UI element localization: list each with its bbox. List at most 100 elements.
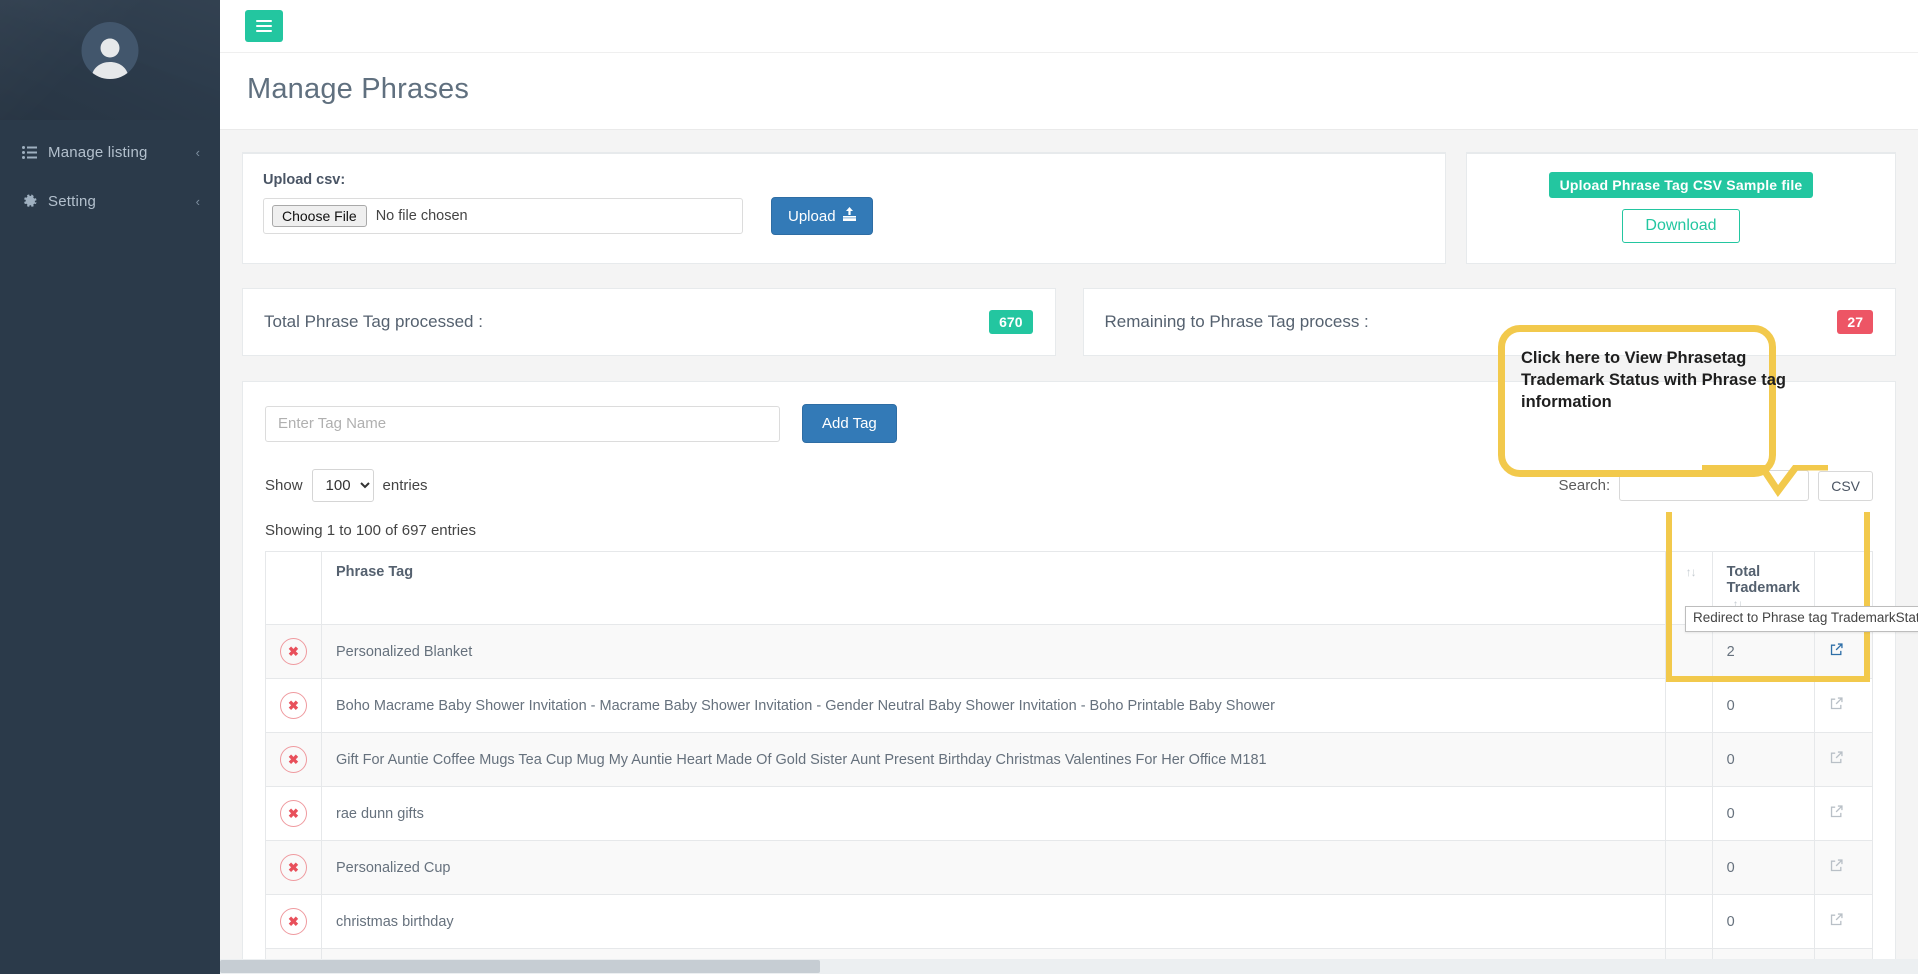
column-total-trademark-label: Total Trademark bbox=[1726, 564, 1800, 596]
sidebar-item-manage-listing[interactable]: Manage listing ‹ bbox=[0, 128, 220, 177]
hamburger-bars bbox=[256, 17, 272, 35]
cell-delete: ✖ bbox=[265, 678, 322, 733]
choose-file-button[interactable]: Choose File bbox=[272, 205, 367, 227]
phrase-table-body: ✖ Personalized Blanket 2 ✖ Boho Macrame … bbox=[265, 624, 1873, 974]
column-phrase-tag[interactable]: Phrase Tag bbox=[321, 551, 1666, 625]
upload-csv-label: Upload csv: bbox=[263, 172, 346, 188]
table-header-row: Phrase Tag ↑↓ Total Trademark↑↓ bbox=[265, 551, 1873, 625]
delete-row-button[interactable]: ✖ bbox=[280, 746, 307, 773]
cell-sort-blank bbox=[1664, 678, 1713, 733]
datatable-length-control: Show 100 entries bbox=[265, 469, 428, 502]
cell-delete: ✖ bbox=[265, 624, 322, 679]
table-row: ✖ Personalized Cup 0 bbox=[265, 840, 1873, 895]
sidebar-profile-header bbox=[0, 0, 220, 120]
cell-delete: ✖ bbox=[265, 840, 322, 895]
datatable-controls: Show 100 entries Search: CSV bbox=[265, 469, 1873, 502]
entries-per-page-select[interactable]: 100 bbox=[311, 469, 374, 502]
horizontal-scrollbar[interactable] bbox=[220, 959, 1918, 974]
chevron-left-icon: ‹ bbox=[195, 194, 200, 209]
page-title: Manage Phrases bbox=[247, 73, 470, 105]
search-input[interactable] bbox=[1619, 470, 1810, 501]
callout-text: Click here to View Phrasetag Trademark S… bbox=[1521, 349, 1787, 411]
cell-sort-blank bbox=[1664, 840, 1713, 895]
delete-row-button[interactable]: ✖ bbox=[280, 908, 307, 935]
cell-sort-blank bbox=[1664, 732, 1713, 787]
cell-phrase-tag: rae dunn gifts bbox=[321, 786, 1666, 841]
cell-phrase-tag: christmas birthday bbox=[321, 894, 1666, 949]
cell-sort-blank bbox=[1664, 624, 1713, 679]
stat-value-badge: 27 bbox=[1837, 310, 1873, 334]
content-area: Upload csv: Choose File No file chosen U… bbox=[220, 130, 1918, 974]
csv-export-button[interactable]: CSV bbox=[1818, 470, 1873, 501]
list-icon bbox=[22, 146, 48, 159]
sidebar-item-setting[interactable]: Setting ‹ bbox=[0, 177, 220, 226]
upload-button-label: Upload bbox=[788, 207, 836, 225]
cell-total-trademark: 0 bbox=[1711, 894, 1816, 949]
delete-row-button[interactable]: ✖ bbox=[280, 854, 307, 881]
cell-total-trademark: 0 bbox=[1711, 840, 1816, 895]
upload-panel: Upload csv: Choose File No file chosen U… bbox=[242, 152, 1446, 264]
cell-link bbox=[1814, 894, 1873, 949]
external-link-icon[interactable] bbox=[1829, 642, 1844, 661]
column-phrase-tag-label: Phrase Tag bbox=[336, 564, 414, 580]
table-row: ✖ Gift For Auntie Coffee Mugs Tea Cup Mu… bbox=[265, 732, 1873, 787]
external-link-icon[interactable] bbox=[1829, 750, 1844, 769]
search-label: Search: bbox=[1558, 477, 1611, 494]
hamburger-icon[interactable] bbox=[245, 10, 283, 42]
page-header: Manage Phrases bbox=[220, 53, 1918, 130]
chevron-left-icon: ‹ bbox=[195, 145, 200, 160]
file-input[interactable]: Choose File No file chosen bbox=[263, 198, 743, 234]
sidebar-nav: Manage listing ‹ Setting ‹ bbox=[0, 120, 220, 226]
tag-name-input[interactable] bbox=[265, 405, 780, 442]
cell-link bbox=[1814, 840, 1873, 895]
table-row: ✖ Personalized Blanket 2 bbox=[265, 624, 1873, 679]
stats-row: Total Phrase Tag processed : 670 Remaini… bbox=[242, 288, 1896, 356]
sidebar: Manage listing ‹ Setting ‹ bbox=[0, 0, 220, 974]
delete-row-button[interactable]: ✖ bbox=[280, 800, 307, 827]
cell-link bbox=[1814, 678, 1873, 733]
upload-button[interactable]: Upload bbox=[771, 197, 873, 235]
datatable-info: Showing 1 to 100 of 697 entries bbox=[265, 522, 476, 539]
sidebar-item-label: Manage listing bbox=[48, 144, 148, 161]
cell-phrase-tag: Gift For Auntie Coffee Mugs Tea Cup Mug … bbox=[321, 732, 1666, 787]
external-link-icon[interactable] bbox=[1829, 912, 1844, 931]
phrase-table-head: Phrase Tag ↑↓ Total Trademark↑↓ bbox=[265, 551, 1873, 625]
stat-total-processed: Total Phrase Tag processed : 670 bbox=[242, 288, 1056, 356]
add-tag-button[interactable]: Add Tag bbox=[802, 404, 897, 443]
cell-sort-blank bbox=[1664, 786, 1713, 841]
cell-delete: ✖ bbox=[265, 732, 322, 787]
app-root: Manage listing ‹ Setting ‹ Manage Phrase… bbox=[0, 0, 1918, 974]
cell-link bbox=[1814, 732, 1873, 787]
entries-label: entries bbox=[382, 477, 428, 494]
show-label: Show bbox=[265, 477, 303, 494]
external-link-icon[interactable] bbox=[1829, 804, 1844, 823]
cell-phrase-tag: Personalized Cup bbox=[321, 840, 1666, 895]
delete-row-button[interactable]: ✖ bbox=[280, 638, 307, 665]
sidebar-item-label: Setting bbox=[48, 193, 97, 210]
sample-file-panel: Upload Phrase Tag CSV Sample file Downlo… bbox=[1466, 152, 1896, 264]
table-row: ✖ christmas birthday 0 bbox=[265, 894, 1873, 949]
user-avatar-icon bbox=[82, 35, 139, 79]
scrollbar-thumb[interactable] bbox=[220, 960, 820, 973]
cell-total-trademark: 0 bbox=[1711, 786, 1816, 841]
cell-phrase-tag: Personalized Blanket bbox=[321, 624, 1666, 679]
cell-total-trademark: 2 bbox=[1711, 624, 1816, 679]
upload-icon bbox=[842, 207, 856, 225]
topbar bbox=[220, 0, 1918, 53]
main-region: Manage Phrases Upload csv: Choose File N… bbox=[220, 0, 1918, 974]
stat-value-badge: 670 bbox=[989, 310, 1033, 334]
cell-delete: ✖ bbox=[265, 894, 322, 949]
delete-row-button[interactable]: ✖ bbox=[280, 692, 307, 719]
download-sample-button[interactable]: Download bbox=[1622, 209, 1740, 243]
external-link-icon[interactable] bbox=[1829, 696, 1844, 715]
external-link-icon[interactable] bbox=[1829, 858, 1844, 877]
stat-label: Remaining to Phrase Tag process : bbox=[1104, 312, 1369, 331]
cell-link bbox=[1814, 786, 1873, 841]
upload-row: Upload csv: Choose File No file chosen U… bbox=[242, 152, 1896, 264]
cell-link bbox=[1814, 624, 1873, 679]
table-row: ✖ Boho Macrame Baby Shower Invitation - … bbox=[265, 678, 1873, 733]
cell-delete: ✖ bbox=[265, 786, 322, 841]
stat-remaining-process: Remaining to Phrase Tag process : 27 bbox=[1082, 288, 1896, 356]
avatar bbox=[81, 22, 139, 79]
phrase-table: Phrase Tag ↑↓ Total Trademark↑↓ ✖ Person… bbox=[265, 551, 1873, 974]
